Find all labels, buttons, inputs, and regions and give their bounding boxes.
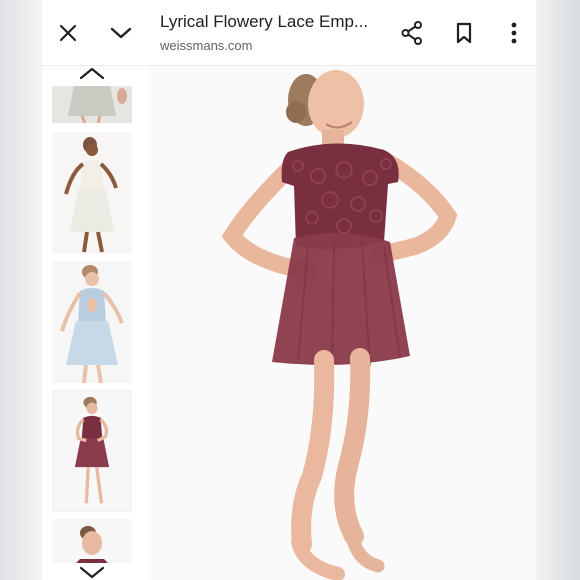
thumbnail-image [52,519,132,563]
share-button[interactable] [394,14,430,52]
close-button[interactable] [50,14,86,52]
right-edge [536,0,580,580]
more-vert-icon [511,22,517,44]
source-domain[interactable]: weissmans.com [160,38,252,53]
thumbnail-ivory-dress[interactable] [52,132,132,254]
more-options-button[interactable] [496,14,532,52]
bookmark-icon [456,22,472,44]
thumbnail-blue-dress[interactable] [52,261,132,383]
thumbnail-strip [42,66,142,580]
thumbnail-burgundy-dress[interactable] [52,390,132,512]
thumbnail-image [54,393,130,509]
chevron-down-icon[interactable] [78,566,106,580]
collapse-button[interactable] [103,14,139,52]
dancer-photo [148,66,536,580]
share-icon [401,21,422,45]
image-viewer: Lyrical Flowery Lace Emp... weissmans.co… [42,0,536,580]
close-icon [59,24,77,42]
viewer-header: Lyrical Flowery Lace Emp... weissmans.co… [42,0,536,66]
product-image[interactable] [148,66,536,580]
chevron-down-icon [110,27,132,39]
chevron-up-icon[interactable] [78,66,106,80]
thumbnail-image [52,261,132,383]
page-title[interactable]: Lyrical Flowery Lace Emp... [160,12,375,32]
left-edge [0,0,42,580]
thumbnail-gray-dress[interactable] [52,86,132,123]
bookmark-button[interactable] [446,14,482,52]
thumbnail-image [52,132,132,254]
thumbnail-burgundy-closeup[interactable] [52,519,132,563]
thumbnail-image [52,86,132,123]
